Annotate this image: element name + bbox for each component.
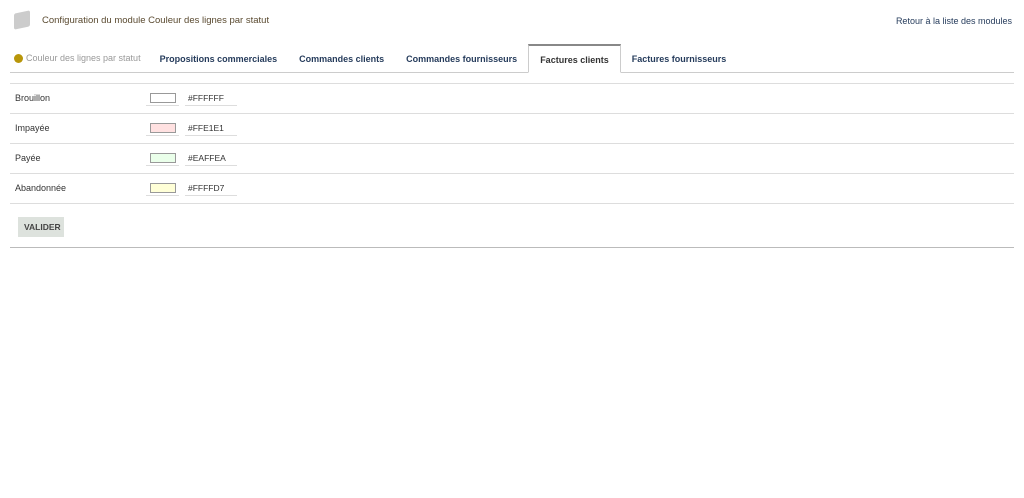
color-hex-input[interactable]: #FFFFD7 xyxy=(185,179,237,196)
divider xyxy=(10,247,1014,248)
status-row: Impayée #FFE1E1 xyxy=(10,114,1014,144)
module-tab-label: Couleur des lignes par statut xyxy=(10,44,149,72)
tab-commandes-clients[interactable]: Commandes clients xyxy=(288,45,395,72)
color-hex-input[interactable]: #FFFFFF xyxy=(185,89,237,106)
module-icon xyxy=(14,10,30,30)
status-row: Brouillon #FFFFFF xyxy=(10,84,1014,114)
color-picker[interactable] xyxy=(146,179,179,196)
status-color-table: Brouillon #FFFFFF Impayée #FFE1E1 Payée … xyxy=(10,83,1014,204)
tab-factures-clients[interactable]: Factures clients xyxy=(528,44,621,73)
color-hex-input[interactable]: #FFE1E1 xyxy=(185,119,237,136)
page-header: Configuration du module Couleur des lign… xyxy=(14,10,270,30)
status-row: Payée #EAFFEA xyxy=(10,144,1014,174)
tab-factures-fournisseurs[interactable]: Factures fournisseurs xyxy=(621,45,738,72)
validate-button[interactable]: VALIDER xyxy=(18,217,64,237)
tab-commandes-fournisseurs[interactable]: Commandes fournisseurs xyxy=(395,45,528,72)
status-label: Payée xyxy=(15,153,41,163)
status-label: Brouillon xyxy=(15,93,51,103)
back-to-modules-link[interactable]: Retour à la liste des modules xyxy=(896,16,1012,26)
color-hex-input[interactable]: #EAFFEA xyxy=(185,149,237,166)
color-picker[interactable] xyxy=(146,149,179,166)
module-name: Couleur des lignes par statut xyxy=(26,53,141,63)
status-label: Abandonnée xyxy=(15,183,67,193)
color-picker[interactable] xyxy=(146,119,179,136)
status-row: Abandonnée #FFFFD7 xyxy=(10,174,1014,204)
page-title: Configuration du module Couleur des lign… xyxy=(42,14,270,26)
module-dot-icon xyxy=(14,53,23,63)
status-label: Impayée xyxy=(15,123,50,133)
tab-bar: Couleur des lignes par statut Propositio… xyxy=(10,44,1014,73)
tab-propositions-commerciales[interactable]: Propositions commerciales xyxy=(149,45,289,72)
color-picker[interactable] xyxy=(146,89,179,106)
